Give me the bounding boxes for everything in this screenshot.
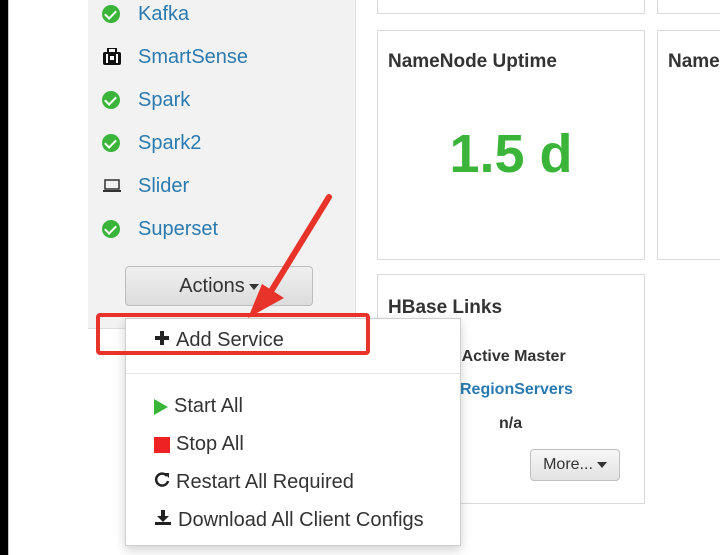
annotation-arrow xyxy=(248,194,332,318)
